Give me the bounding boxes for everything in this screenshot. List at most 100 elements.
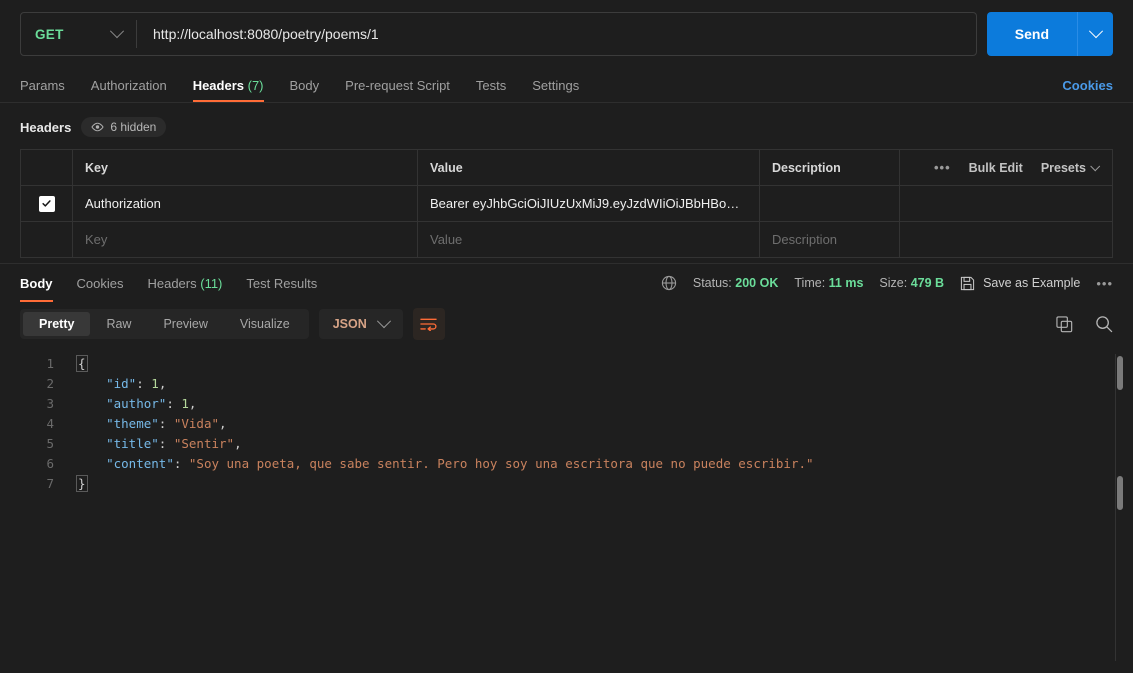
response-body-viewer[interactable]: 1{ 2 "id": 1, 3 "author": 1, 4 "theme": …	[0, 348, 1133, 661]
json-token-key: "id"	[106, 376, 137, 391]
response-more-icon[interactable]: •••	[1096, 277, 1113, 290]
column-actions: ••• Bulk Edit Presets	[899, 149, 1113, 186]
word-wrap-button[interactable]	[412, 308, 445, 340]
column-value: Value	[417, 149, 760, 186]
chevron-down-icon	[109, 24, 125, 39]
tab-pre-request-script[interactable]: Pre-request Script	[345, 78, 450, 102]
response-headers-count: (11)	[200, 275, 223, 291]
code-scrollbar[interactable]	[1115, 354, 1123, 661]
json-token-str: "Vida"	[173, 416, 220, 431]
tab-authorization[interactable]: Authorization	[91, 78, 167, 102]
request-tabs: Params Authorization Headers (7) Body Pr…	[20, 70, 1113, 102]
method-select[interactable]: GET	[21, 13, 136, 55]
line-number: 3	[46, 396, 54, 411]
json-token-num: 1	[151, 376, 159, 391]
response-area: Body Cookies Headers (11) Test Results S…	[0, 263, 1133, 673]
header-more-icon[interactable]: •••	[934, 161, 951, 174]
tab-tests[interactable]: Tests	[476, 78, 506, 102]
headers-count: (7)	[247, 78, 264, 93]
response-tab-cookies[interactable]: Cookies	[77, 264, 124, 302]
url-input[interactable]	[137, 13, 976, 55]
headers-table: Key Value Description ••• Bulk Edit Pres…	[20, 149, 1113, 258]
chevron-down-icon	[376, 314, 391, 329]
json-token-key: "content"	[106, 456, 174, 471]
row-key[interactable]: Authorization	[72, 185, 418, 222]
json-token-punc: :	[173, 456, 189, 471]
empty-row-description[interactable]: Description	[759, 221, 900, 258]
view-mode-pretty[interactable]: Pretty	[23, 312, 91, 336]
json-brace: {	[76, 355, 88, 372]
search-icon	[1096, 316, 1113, 333]
tab-params[interactable]: Params	[20, 78, 65, 102]
tab-body[interactable]: Body	[290, 78, 320, 102]
tab-settings[interactable]: Settings	[532, 78, 579, 102]
row-value[interactable]: Bearer eyJhbGciOiJIUzUxMiJ9.eyJzdWIiOiJB…	[417, 185, 760, 222]
request-area: GET Send Params Authorization Headers (7…	[0, 0, 1133, 102]
view-mode-raw[interactable]: Raw	[90, 312, 147, 336]
response-tab-body[interactable]: Body	[20, 264, 53, 302]
line-number: 5	[46, 436, 54, 451]
table-row-empty[interactable]: Key Value Description	[20, 221, 1113, 258]
line-number: 6	[46, 456, 54, 471]
eye-icon	[91, 122, 104, 132]
json-token-str: "Soy una poeta, que sabe sentir. Pero ho…	[188, 456, 814, 471]
empty-row-checkbox-cell	[20, 221, 73, 258]
json-token-key: "theme"	[106, 416, 159, 431]
table-header-row: Key Value Description ••• Bulk Edit Pres…	[20, 149, 1113, 186]
save-as-example-label: Save as Example	[983, 276, 1081, 290]
json-token-punc: ,	[188, 396, 197, 411]
json-token-num: 1	[181, 396, 189, 411]
view-mode-visualize[interactable]: Visualize	[224, 312, 306, 336]
headers-title: Headers	[20, 119, 72, 135]
json-token-punc: ,	[234, 436, 242, 451]
response-tab-headers[interactable]: Headers (11)	[147, 264, 222, 302]
tab-headers[interactable]: Headers (7)	[192, 78, 264, 102]
row-checkbox-cell	[20, 185, 73, 222]
response-body-code: 1{ 2 "id": 1, 3 "author": 1, 4 "theme": …	[20, 354, 1113, 494]
hidden-headers-label: 6 hidden	[110, 120, 157, 134]
empty-row-value[interactable]: Value	[417, 221, 760, 258]
table-row[interactable]: Authorization Bearer eyJhbGciOiJIUzUxMiJ…	[20, 185, 1113, 222]
json-token-punc: ,	[158, 376, 167, 391]
body-toolbar-right	[1056, 315, 1113, 333]
language-label: JSON	[332, 317, 367, 331]
send-group: Send	[986, 12, 1113, 56]
time-value: 11 ms	[828, 276, 864, 290]
json-token-punc: ,	[219, 416, 227, 431]
size-item: Size: 479 B	[879, 276, 945, 290]
headers-header-row: Headers 6 hidden	[20, 115, 1113, 139]
chevron-down-icon	[1090, 160, 1101, 171]
save-icon	[960, 276, 975, 290]
headers-panel: Headers 6 hidden Key Value Description •…	[0, 103, 1133, 258]
view-mode-preview[interactable]: Preview	[147, 312, 223, 336]
chevron-down-icon	[1088, 24, 1103, 39]
body-toolbar: Pretty Raw Preview Visualize JSON	[0, 302, 1133, 348]
bulk-edit-button[interactable]: Bulk Edit	[969, 161, 1023, 175]
search-button[interactable]	[1095, 315, 1113, 333]
column-key: Key	[72, 149, 418, 186]
response-tab-test-results[interactable]: Test Results	[246, 264, 317, 302]
empty-row-key[interactable]: Key	[72, 221, 418, 258]
line-number: 7	[46, 476, 54, 491]
send-button[interactable]: Send	[986, 12, 1077, 56]
send-options-button[interactable]	[1077, 12, 1113, 56]
json-token-key: "author"	[106, 396, 167, 411]
json-token-key: "title"	[106, 436, 159, 451]
url-row: GET Send	[20, 12, 1113, 56]
view-mode-group: Pretty Raw Preview Visualize	[20, 309, 309, 339]
hidden-headers-badge[interactable]: 6 hidden	[81, 117, 167, 137]
cookies-link[interactable]: Cookies	[1062, 78, 1113, 102]
line-number: 4	[46, 416, 54, 431]
presets-button[interactable]: Presets	[1041, 160, 1101, 175]
globe-icon[interactable]	[661, 275, 677, 291]
word-wrap-icon	[420, 318, 437, 331]
time-item: Time: 11 ms	[794, 276, 864, 290]
row-checkbox[interactable]	[38, 195, 55, 212]
url-bar: GET	[20, 12, 977, 56]
status-value: 200 OK	[735, 276, 779, 290]
language-select[interactable]: JSON	[318, 309, 403, 339]
copy-button[interactable]	[1056, 315, 1073, 333]
row-description[interactable]	[759, 185, 900, 222]
copy-icon	[1056, 315, 1073, 332]
save-as-example-button[interactable]: Save as Example	[960, 276, 1080, 291]
